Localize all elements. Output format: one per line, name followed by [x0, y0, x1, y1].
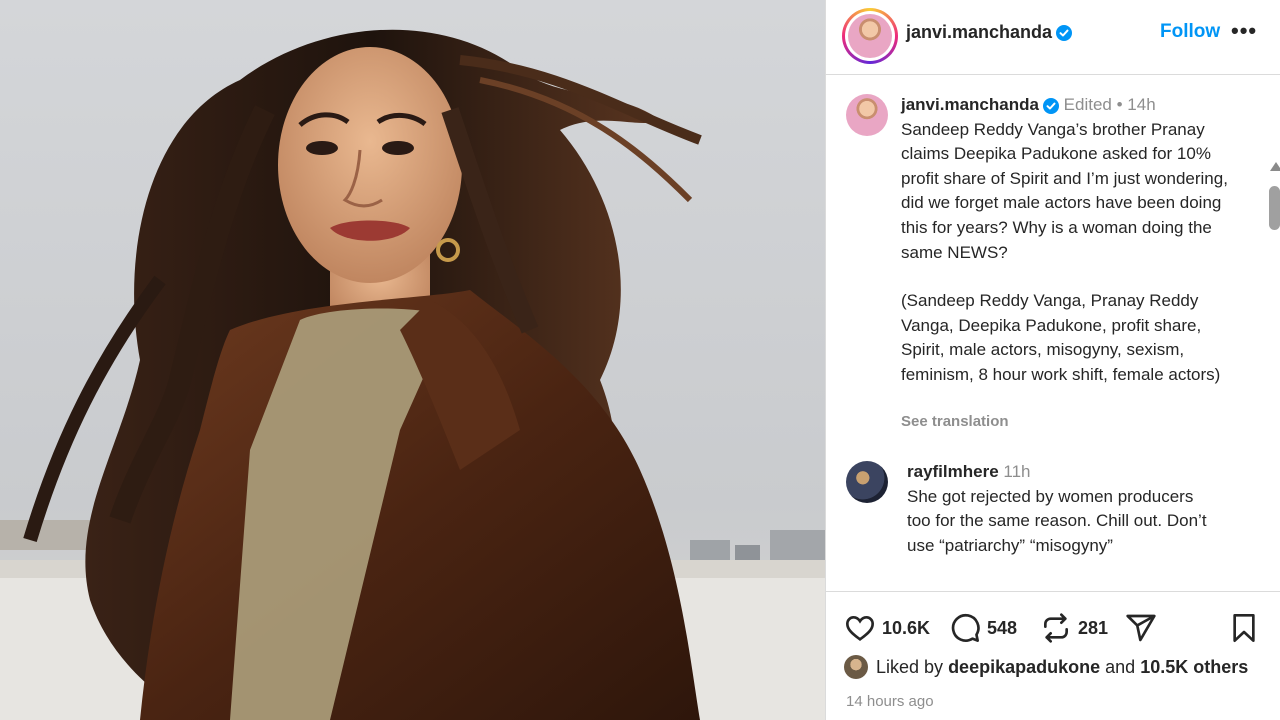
- post-actions: 10.6K 548 281 Liked by deepikapadukone a…: [826, 591, 1280, 720]
- caption-tags: (Sandeep Reddy Vanga, Pranay Reddy Vanga…: [901, 291, 1221, 384]
- post-timestamp[interactable]: 14 hours ago: [846, 693, 934, 710]
- scrollbar-thumb[interactable]: [1269, 186, 1280, 230]
- comment-count[interactable]: 548: [987, 618, 1017, 639]
- meta-separator: •: [1116, 95, 1123, 114]
- comment-time: 11h: [1003, 462, 1031, 481]
- comment-text: She got rejected by women producers too …: [907, 486, 1207, 555]
- caption-time[interactable]: 14h: [1127, 95, 1155, 114]
- like-count[interactable]: 10.6K: [882, 618, 930, 639]
- comments-section[interactable]: janvi.manchanda Edited • 14h Sandeep Red…: [826, 76, 1280, 590]
- comment-button[interactable]: 548: [949, 612, 1017, 644]
- photo-illustration: [0, 0, 825, 720]
- send-icon: [1126, 614, 1156, 642]
- liked-by-prefix: Liked by: [876, 656, 944, 677]
- heart-icon: [845, 615, 875, 641]
- follow-button[interactable]: Follow: [1160, 21, 1220, 43]
- liked-by-conjunction: and: [1105, 656, 1136, 677]
- post-sidebar: janvi.manchanda Follow ••• janvi.manchan…: [825, 0, 1280, 720]
- repost-button[interactable]: 281: [1040, 612, 1108, 644]
- repost-count[interactable]: 281: [1078, 618, 1108, 639]
- save-button[interactable]: [1228, 612, 1260, 644]
- scroll-up-arrow-icon[interactable]: [1270, 162, 1280, 171]
- bookmark-icon: [1233, 614, 1255, 642]
- author-avatar-ring[interactable]: [842, 8, 898, 64]
- author-username-link[interactable]: janvi.manchanda: [906, 22, 1073, 43]
- like-button[interactable]: 10.6K: [844, 612, 930, 644]
- post-header: janvi.manchanda Follow •••: [826, 0, 1280, 75]
- author-username: janvi.manchanda: [906, 22, 1053, 42]
- liker-avatar[interactable]: [844, 655, 868, 679]
- liked-by-others[interactable]: 10.5K others: [1140, 657, 1248, 678]
- commenter-avatar[interactable]: [846, 461, 888, 503]
- caption-author-avatar[interactable]: [846, 94, 888, 136]
- comments-scrollbar[interactable]: [1266, 156, 1280, 590]
- post-photo: [0, 0, 825, 720]
- caption-username[interactable]: janvi.manchanda: [901, 95, 1039, 114]
- repost-icon: [1044, 613, 1068, 643]
- edited-label: Edited: [1063, 95, 1112, 114]
- see-translation-link[interactable]: See translation: [901, 413, 1009, 430]
- post-caption: janvi.manchanda Edited • 14h Sandeep Red…: [901, 93, 1241, 388]
- avatar: [848, 14, 892, 58]
- share-button[interactable]: [1125, 612, 1157, 644]
- liked-by-row: Liked by deepikapadukone and 10.5K other…: [844, 655, 1248, 679]
- verified-badge-icon: [1056, 25, 1073, 42]
- caption-text: Sandeep Reddy Vanga’s brother Pranay cla…: [901, 119, 1228, 262]
- verified-badge-icon: [1042, 97, 1059, 114]
- comment-item: rayfilmhere 11h She got rejected by wome…: [907, 460, 1217, 558]
- liked-by-user[interactable]: deepikapadukone: [948, 657, 1100, 678]
- more-options-icon[interactable]: •••: [1231, 18, 1257, 44]
- commenter-username[interactable]: rayfilmhere: [907, 462, 999, 481]
- comment-bubble-icon: [951, 613, 980, 642]
